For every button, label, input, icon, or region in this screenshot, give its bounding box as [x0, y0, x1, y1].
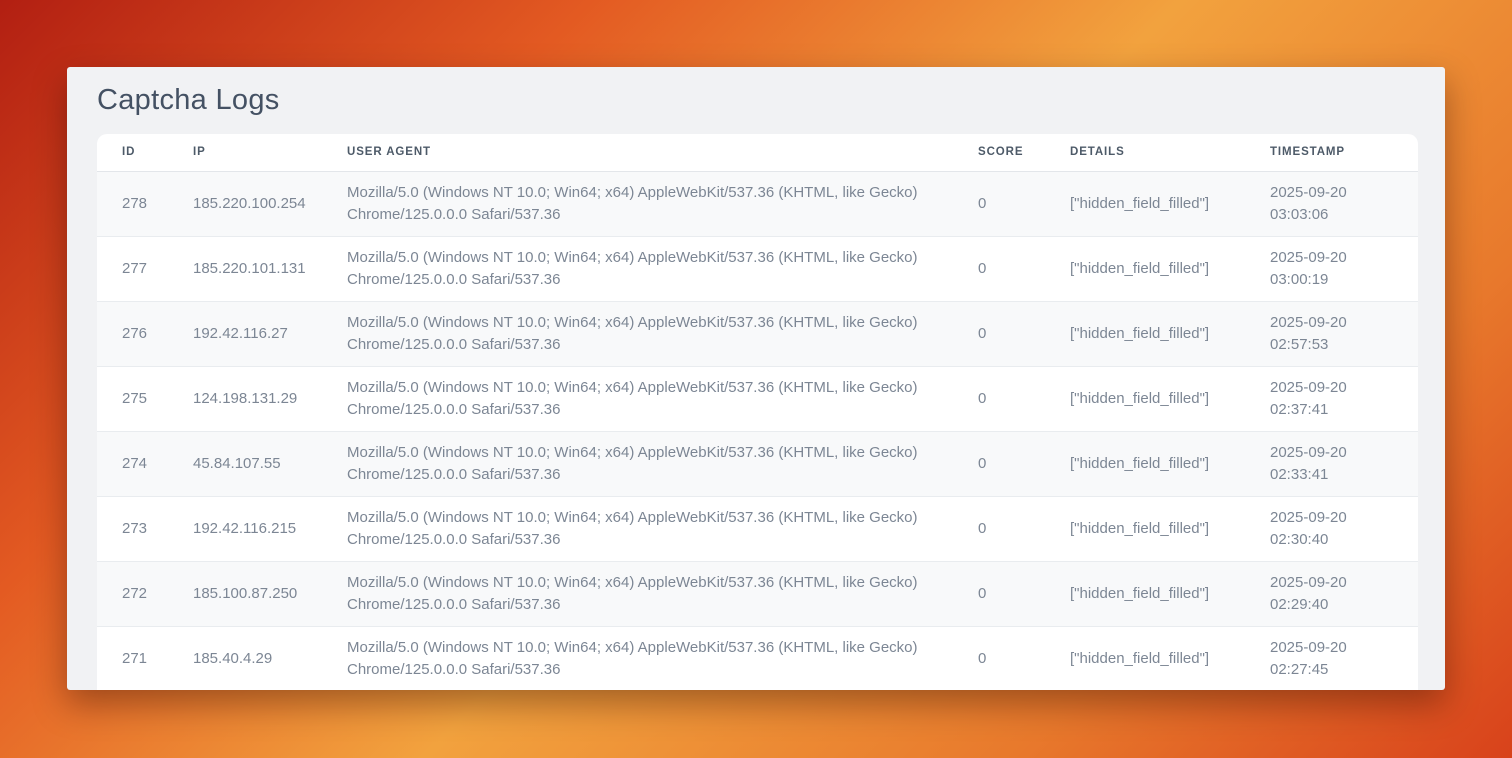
table-row: 278185.220.100.254Mozilla/5.0 (Windows N…	[97, 171, 1418, 236]
cell-timestamp: 2025-09-20 02:57:53	[1270, 301, 1418, 366]
cell-user_agent: Mozilla/5.0 (Windows NT 10.0; Win64; x64…	[347, 366, 978, 431]
cell-id: 274	[97, 431, 193, 496]
table-row: 27445.84.107.55Mozilla/5.0 (Windows NT 1…	[97, 431, 1418, 496]
cell-id: 272	[97, 561, 193, 626]
table-header-row: IDIPUSER AGENTSCOREDETAILSTIMESTAMP	[97, 134, 1418, 171]
captcha-logs-table: IDIPUSER AGENTSCOREDETAILSTIMESTAMP 2781…	[97, 134, 1418, 690]
cell-details: ["hidden_field_filled"]	[1070, 171, 1270, 236]
logs-table: IDIPUSER AGENTSCOREDETAILSTIMESTAMP 2781…	[97, 134, 1418, 690]
captcha-logs-card: Captcha Logs IDIPUSER AGENTSCOREDETAILST…	[67, 67, 1445, 690]
cell-ip: 185.220.100.254	[193, 171, 347, 236]
cell-score: 0	[978, 496, 1070, 561]
table-row: 271185.40.4.29Mozilla/5.0 (Windows NT 10…	[97, 626, 1418, 690]
cell-user_agent: Mozilla/5.0 (Windows NT 10.0; Win64; x64…	[347, 171, 978, 236]
cell-score: 0	[978, 236, 1070, 301]
cell-id: 273	[97, 496, 193, 561]
cell-id: 278	[97, 171, 193, 236]
cell-ip: 185.220.101.131	[193, 236, 347, 301]
cell-id: 276	[97, 301, 193, 366]
column-header-timestamp: TIMESTAMP	[1270, 134, 1418, 171]
column-header-id: ID	[97, 134, 193, 171]
cell-details: ["hidden_field_filled"]	[1070, 561, 1270, 626]
cell-details: ["hidden_field_filled"]	[1070, 496, 1270, 561]
cell-ip: 185.100.87.250	[193, 561, 347, 626]
cell-id: 271	[97, 626, 193, 690]
cell-ip: 185.40.4.29	[193, 626, 347, 690]
page-title: Captcha Logs	[97, 84, 1418, 117]
table-row: 275124.198.131.29Mozilla/5.0 (Windows NT…	[97, 366, 1418, 431]
column-header-score: SCORE	[978, 134, 1070, 171]
cell-id: 275	[97, 366, 193, 431]
cell-score: 0	[978, 626, 1070, 690]
table-row: 272185.100.87.250Mozilla/5.0 (Windows NT…	[97, 561, 1418, 626]
cell-timestamp: 2025-09-20 02:33:41	[1270, 431, 1418, 496]
column-header-user_agent: USER AGENT	[347, 134, 978, 171]
cell-ip: 192.42.116.27	[193, 301, 347, 366]
cell-score: 0	[978, 431, 1070, 496]
cell-ip: 45.84.107.55	[193, 431, 347, 496]
cell-score: 0	[978, 171, 1070, 236]
cell-user_agent: Mozilla/5.0 (Windows NT 10.0; Win64; x64…	[347, 561, 978, 626]
cell-timestamp: 2025-09-20 02:27:45	[1270, 626, 1418, 690]
cell-details: ["hidden_field_filled"]	[1070, 431, 1270, 496]
cell-score: 0	[978, 366, 1070, 431]
table-row: 273192.42.116.215Mozilla/5.0 (Windows NT…	[97, 496, 1418, 561]
column-header-details: DETAILS	[1070, 134, 1270, 171]
cell-details: ["hidden_field_filled"]	[1070, 366, 1270, 431]
cell-user_agent: Mozilla/5.0 (Windows NT 10.0; Win64; x64…	[347, 626, 978, 690]
table-row: 277185.220.101.131Mozilla/5.0 (Windows N…	[97, 236, 1418, 301]
cell-user_agent: Mozilla/5.0 (Windows NT 10.0; Win64; x64…	[347, 496, 978, 561]
cell-details: ["hidden_field_filled"]	[1070, 626, 1270, 690]
cell-timestamp: 2025-09-20 02:37:41	[1270, 366, 1418, 431]
cell-score: 0	[978, 301, 1070, 366]
cell-timestamp: 2025-09-20 03:03:06	[1270, 171, 1418, 236]
cell-ip: 192.42.116.215	[193, 496, 347, 561]
cell-timestamp: 2025-09-20 02:30:40	[1270, 496, 1418, 561]
cell-timestamp: 2025-09-20 02:29:40	[1270, 561, 1418, 626]
table-row: 276192.42.116.27Mozilla/5.0 (Windows NT …	[97, 301, 1418, 366]
cell-user_agent: Mozilla/5.0 (Windows NT 10.0; Win64; x64…	[347, 431, 978, 496]
cell-details: ["hidden_field_filled"]	[1070, 236, 1270, 301]
cell-ip: 124.198.131.29	[193, 366, 347, 431]
cell-user_agent: Mozilla/5.0 (Windows NT 10.0; Win64; x64…	[347, 301, 978, 366]
cell-details: ["hidden_field_filled"]	[1070, 301, 1270, 366]
column-header-ip: IP	[193, 134, 347, 171]
cell-timestamp: 2025-09-20 03:00:19	[1270, 236, 1418, 301]
cell-user_agent: Mozilla/5.0 (Windows NT 10.0; Win64; x64…	[347, 236, 978, 301]
cell-id: 277	[97, 236, 193, 301]
cell-score: 0	[978, 561, 1070, 626]
